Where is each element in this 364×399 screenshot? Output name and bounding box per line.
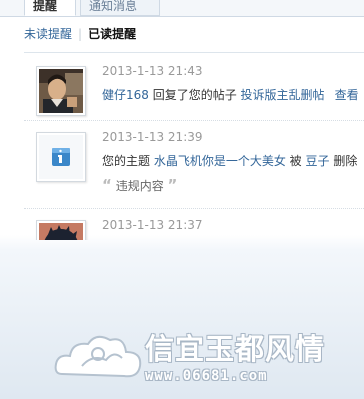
- watermark-text: 信宜玉都风情: [145, 332, 326, 366]
- reminder-subnav: 未读提醒 | 已读提醒: [24, 24, 136, 44]
- notice-time: 2013-1-13 21:37: [102, 218, 203, 232]
- thread-link[interactable]: 投诉版主乱删帖: [241, 88, 325, 102]
- cloud-logo-icon: [54, 335, 142, 378]
- notice-item: 2013-1-13 21:43 健仔168 回复了您的帖子 投诉版主乱删帖 查看: [24, 56, 364, 121]
- unread-reminders-link[interactable]: 未读提醒: [24, 27, 72, 41]
- notice-item: 2013-1-13 21:39 您的主题 水晶飞机你是一个大美女 被 豆子 删除…: [24, 120, 364, 209]
- notice-quote: “ 违规内容 ”: [102, 176, 177, 194]
- tab-bar: 提醒 通知消息: [0, 0, 364, 17]
- notice-time: 2013-1-13 21:43: [102, 64, 203, 78]
- notice-middle-text: 被: [285, 154, 306, 168]
- site-watermark: 信宜玉都风情 www.06681.com: [50, 322, 360, 392]
- system-notice-icon: [36, 132, 86, 182]
- quote-text: 违规内容: [115, 179, 164, 193]
- quote-close-mark: ”: [167, 176, 178, 194]
- quote-open-mark: “: [102, 176, 112, 194]
- view-link[interactable]: 查看: [335, 88, 359, 102]
- watermark-url: www.06681.com: [145, 368, 268, 384]
- notice-list: 2013-1-13 21:43 健仔168 回复了您的帖子 投诉版主乱删帖 查看 …: [0, 56, 364, 240]
- tab-reminders[interactable]: 提醒: [24, 0, 76, 16]
- notice-time: 2013-1-13 21:39: [102, 130, 203, 144]
- topic-link[interactable]: 水晶飞机你是一个大美女: [154, 154, 286, 168]
- tab-notifications[interactable]: 通知消息: [80, 0, 160, 16]
- read-reminders-link[interactable]: 已读提醒: [88, 27, 136, 41]
- notice-item: 2013-1-13 21:37: [24, 208, 364, 240]
- user-link[interactable]: 健仔168: [102, 88, 149, 102]
- subnav-separator: |: [78, 27, 83, 41]
- notice-message: 健仔168 回复了您的帖子 投诉版主乱删帖 查看: [102, 86, 359, 103]
- notice-message: 您的主题 水晶飞机你是一个大美女 被 豆子 删除: [102, 152, 357, 169]
- user-photo-icon[interactable]: [36, 66, 86, 116]
- notice-action-text: 删除: [329, 154, 358, 168]
- anime-avatar-icon[interactable]: [36, 220, 86, 240]
- subnav-divider: [24, 52, 364, 53]
- notice-action-text: 回复了您的帖子: [148, 88, 241, 102]
- user-link[interactable]: 豆子: [305, 154, 329, 168]
- notice-prefix-text: 您的主题: [102, 154, 154, 168]
- reminder-screen: 提醒 通知消息 未读提醒 | 已读提醒 2013-1-13 21:43 健仔16…: [0, 0, 364, 399]
